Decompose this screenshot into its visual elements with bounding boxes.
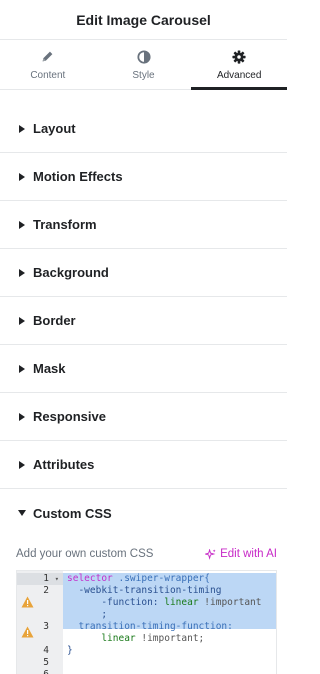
tab-content-label: Content bbox=[30, 69, 66, 81]
caret-right-icon bbox=[17, 412, 27, 422]
section-background[interactable]: Background bbox=[0, 249, 287, 297]
caret-right-icon bbox=[17, 268, 27, 278]
line-number: 6 bbox=[17, 669, 63, 674]
code-line: -function: linear !important bbox=[67, 597, 262, 608]
code-line: transition-timing-function: bbox=[67, 621, 233, 632]
caret-down-icon bbox=[17, 508, 27, 518]
section-attributes[interactable]: Attributes bbox=[0, 441, 287, 489]
section-custom-css[interactable]: Custom CSS bbox=[0, 489, 287, 537]
edit-with-ai-button[interactable]: Edit with AI bbox=[205, 548, 277, 560]
section-transform[interactable]: Transform bbox=[0, 201, 287, 249]
code-line: } bbox=[67, 645, 73, 656]
section-responsive[interactable]: Responsive bbox=[0, 393, 287, 441]
caret-right-icon bbox=[17, 316, 27, 326]
pencil-icon bbox=[40, 49, 56, 65]
section-label: Transform bbox=[33, 217, 97, 232]
fold-arrow-icon[interactable]: ▾ bbox=[55, 573, 59, 585]
section-motion-effects[interactable]: Motion Effects bbox=[0, 153, 287, 201]
code-line: ; bbox=[67, 609, 108, 620]
caret-right-icon bbox=[17, 124, 27, 134]
tab-style[interactable]: Style bbox=[96, 40, 192, 89]
section-mask[interactable]: Mask bbox=[0, 345, 287, 393]
section-border[interactable]: Border bbox=[0, 297, 287, 345]
tab-advanced[interactable]: Advanced bbox=[191, 40, 287, 90]
section-label: Mask bbox=[33, 361, 66, 376]
custom-css-hint: Add your own custom CSS bbox=[16, 548, 154, 560]
section-label: Responsive bbox=[33, 409, 106, 424]
section-label: Motion Effects bbox=[33, 169, 123, 184]
panel-header: Edit Image Carousel bbox=[0, 0, 287, 40]
section-label: Custom CSS bbox=[33, 505, 112, 521]
tab-bar: Content Style Advanced bbox=[0, 40, 287, 90]
section-list: Layout Motion Effects Transform Backgrou… bbox=[0, 105, 287, 537]
section-layout[interactable]: Layout bbox=[0, 105, 287, 153]
caret-right-icon bbox=[17, 220, 27, 230]
tab-advanced-label: Advanced bbox=[216, 69, 262, 81]
section-label: Border bbox=[33, 313, 76, 328]
code-line: selector .swiper-wrapper{ bbox=[67, 573, 210, 584]
warning-icon[interactable] bbox=[21, 626, 34, 638]
tab-style-label: Style bbox=[132, 69, 155, 81]
css-code-editor[interactable]: 1 ▾ 2 3 4 5 6 selector .swiper-wrapper{ … bbox=[16, 570, 277, 674]
custom-css-toolbar: Add your own custom CSS Edit with AI bbox=[16, 545, 277, 563]
warning-icon[interactable] bbox=[21, 596, 34, 608]
gear-icon bbox=[231, 49, 247, 65]
edit-with-ai-label: Edit with AI bbox=[220, 548, 277, 560]
line-number: 4 bbox=[43, 645, 49, 656]
tab-content[interactable]: Content bbox=[0, 40, 96, 89]
line-number: 1 ▾ bbox=[17, 573, 63, 585]
section-label: Background bbox=[33, 265, 109, 280]
caret-right-icon bbox=[17, 364, 27, 374]
code-line: -webkit-transition-timing bbox=[67, 585, 222, 596]
section-label: Attributes bbox=[33, 457, 95, 472]
code-line: linear !important; bbox=[67, 633, 205, 644]
caret-right-icon bbox=[17, 460, 27, 470]
contrast-icon bbox=[136, 49, 152, 65]
sparkle-icon bbox=[205, 548, 216, 560]
caret-right-icon bbox=[17, 172, 27, 182]
line-number: 5 bbox=[43, 657, 49, 668]
panel-title: Edit Image Carousel bbox=[76, 11, 211, 28]
section-label: Layout bbox=[33, 121, 76, 136]
